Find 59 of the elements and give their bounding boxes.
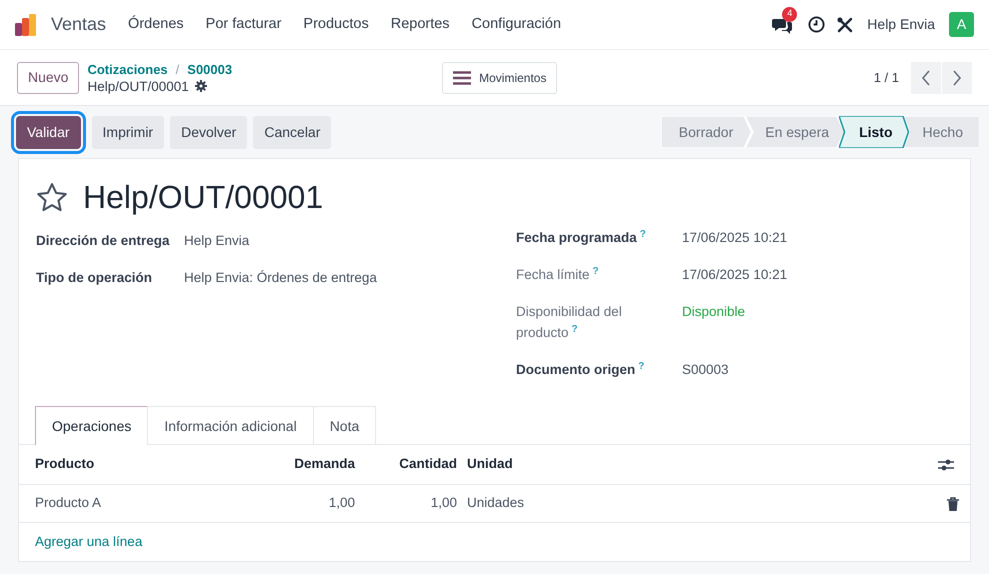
field-value[interactable]: Help Envia: Órdenes de entrega	[184, 268, 377, 288]
field-label: Fecha límite $^{?}$	[516, 265, 600, 284]
app-logo-icon	[15, 14, 39, 36]
column-header[interactable]: Demanda	[255, 454, 355, 475]
breadcrumb-link[interactable]: Cotizaciones	[87, 60, 168, 78]
table-cell-text: 1,00	[328, 494, 355, 512]
chevron-left-icon	[921, 70, 931, 86]
app-name[interactable]: Ventas	[51, 11, 106, 38]
menu-item[interactable]: Configuración	[472, 14, 562, 36]
field-value[interactable]: S00003	[682, 359, 729, 380]
form-tab[interactable]: Operaciones	[35, 406, 148, 445]
field-value[interactable]: 17/06/2025 10:21	[682, 227, 788, 248]
user-name[interactable]: Help Envia	[867, 14, 935, 35]
menu-item[interactable]: Órdenes	[128, 14, 184, 36]
column-header[interactable]: Unidad	[457, 454, 938, 475]
field-label: Fecha programada $^{?}$	[516, 228, 647, 247]
table-cell-text: Unidades	[466, 494, 526, 512]
table-cell-text: 1,00	[430, 494, 457, 512]
menu-item[interactable]: Reportes	[390, 14, 450, 36]
add-line-link[interactable]: Agregar una línea	[35, 532, 142, 552]
table-cell-text: Producto A	[35, 494, 102, 512]
pager-text: 1 / 1	[874, 68, 899, 87]
form-tab[interactable]: Información adicional	[147, 406, 314, 445]
tools-icon[interactable]	[837, 16, 854, 32]
menu-item[interactable]: Por facturar	[206, 14, 282, 36]
stage-step[interactable]: Hecho	[902, 116, 979, 148]
action-button[interactable]: Validar	[16, 116, 81, 148]
action-button[interactable]: Cancelar	[253, 116, 332, 148]
column-header[interactable]: Cantidad	[355, 454, 457, 475]
menu-item[interactable]: Productos	[303, 14, 369, 36]
clock-icon[interactable]	[808, 16, 826, 33]
record-title: Help/OUT/00001	[83, 178, 324, 217]
previous-button[interactable]	[911, 62, 941, 94]
field-label: Dirección de entrega	[36, 232, 171, 250]
gear-icon[interactable]	[194, 80, 207, 92]
field-value[interactable]: Help Envia	[184, 231, 250, 252]
action-button[interactable]: Imprimir	[92, 116, 164, 148]
stage-step[interactable]: Listo	[839, 116, 909, 148]
stage-step[interactable]: Borrador	[660, 116, 752, 148]
notification-badge: 4	[782, 6, 798, 22]
breadcrumb-separator: /	[176, 60, 180, 78]
action-button[interactable]: Devolver	[170, 116, 248, 148]
star-icon[interactable]	[36, 182, 68, 212]
field-label: Tipo de operación	[36, 269, 154, 288]
stage-step[interactable]: En espera	[745, 116, 846, 148]
moves-button[interactable]: Movimientos	[442, 62, 558, 94]
field-value[interactable]: 17/06/2025 10:21	[682, 264, 788, 285]
record-name: Help/OUT/00001	[87, 78, 189, 94]
column-header[interactable]: Producto	[35, 454, 255, 475]
form-tab[interactable]: Nota	[312, 406, 376, 445]
trash-icon[interactable]	[947, 496, 959, 510]
new-button[interactable]: Nuevo	[17, 62, 80, 94]
next-button[interactable]	[942, 62, 972, 94]
chevron-right-icon	[952, 70, 962, 86]
field-label: Disponibilidad del producto $^{?}$	[516, 303, 623, 342]
breadcrumb-link[interactable]: S00003	[187, 60, 232, 78]
field-label: Documento origen $^{?}$	[516, 360, 646, 379]
column-settings-icon[interactable]	[938, 458, 954, 472]
menu-icon	[453, 70, 472, 84]
